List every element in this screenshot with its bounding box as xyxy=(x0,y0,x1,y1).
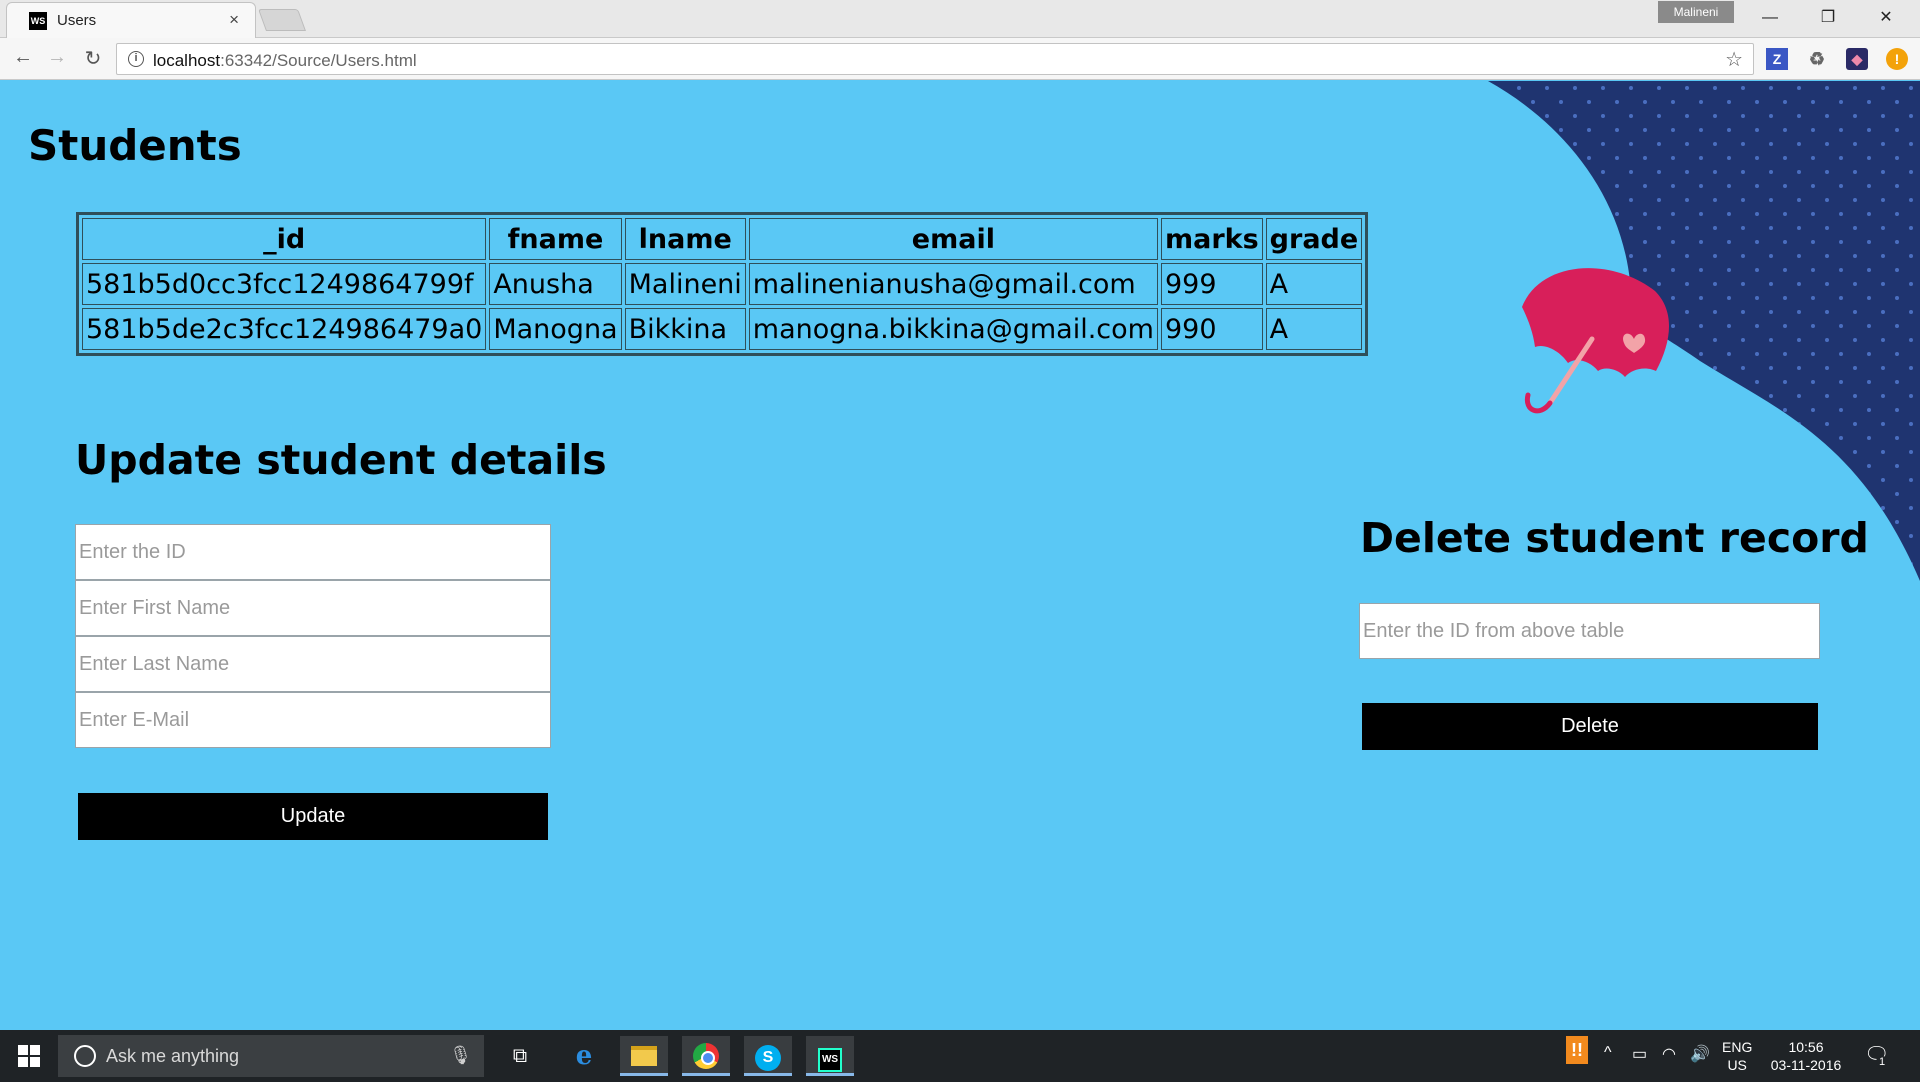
update-heading: Update student details xyxy=(75,436,607,484)
delete-heading: Delete student record xyxy=(1360,514,1869,562)
clock-date: 03-11-2016 xyxy=(1770,1057,1842,1073)
file-explorer-icon[interactable] xyxy=(620,1036,668,1076)
address-bar[interactable]: i localhost:63342/Source/Users.html ☆ xyxy=(116,43,1754,75)
last-name-input[interactable] xyxy=(75,636,551,692)
delete-button[interactable]: Delete xyxy=(1362,703,1818,750)
browser-toolbar: ← → ↻ i localhost:63342/Source/Users.htm… xyxy=(0,38,1920,80)
language-code: ENG xyxy=(1722,1039,1753,1055)
profile-badge[interactable]: Malineni xyxy=(1658,1,1734,23)
url-path: :63342/Source/Users.html xyxy=(220,51,417,70)
windows-taskbar: Ask me anything 🎙 ⧉ e S WS !! ^ ▭ ◠ 🔊 EN… xyxy=(0,1030,1920,1082)
close-window-button[interactable]: ✕ xyxy=(1858,4,1914,32)
table-cell: 581b5d0cc3fcc1249864799f xyxy=(82,263,487,305)
wifi-icon[interactable]: ◠ xyxy=(1662,1044,1676,1064)
battery-icon[interactable]: ▭ xyxy=(1632,1044,1647,1064)
column-header: marks xyxy=(1160,218,1263,260)
windows-start-icon[interactable] xyxy=(18,1045,40,1067)
column-header: grade xyxy=(1265,218,1363,260)
url-text: localhost:63342/Source/Users.html xyxy=(153,51,417,71)
column-header: _id xyxy=(82,218,487,260)
table-cell: A xyxy=(1265,308,1363,350)
table-cell: Manogna xyxy=(489,308,622,350)
table-cell: Bikkina xyxy=(624,308,746,350)
show-hidden-icons-icon[interactable]: ^ xyxy=(1604,1044,1612,1062)
new-tab-button[interactable] xyxy=(257,9,307,31)
table-cell: Anusha xyxy=(489,263,622,305)
column-header: fname xyxy=(489,218,622,260)
info-icon[interactable]: i xyxy=(128,51,144,67)
search-hint: Ask me anything xyxy=(106,1046,240,1066)
table-cell: manogna.bikkina@gmail.com xyxy=(748,308,1158,350)
reload-icon[interactable]: ↻ xyxy=(80,46,106,71)
minimize-button[interactable]: — xyxy=(1742,4,1798,32)
microphone-icon[interactable]: 🎙 xyxy=(449,1045,472,1066)
first-name-input[interactable] xyxy=(75,580,551,636)
table-header-row: _id fname lname email marks grade xyxy=(82,218,1363,260)
forward-arrow-icon[interactable]: → xyxy=(44,46,70,69)
bookmark-star-icon[interactable]: ☆ xyxy=(1725,47,1743,72)
back-arrow-icon[interactable]: ← xyxy=(10,46,36,69)
task-view-icon[interactable]: ⧉ xyxy=(496,1036,544,1076)
table-cell: Malineni xyxy=(624,263,746,305)
table-cell: 581b5de2c3fcc124986479a0 xyxy=(82,308,487,350)
update-id-input[interactable] xyxy=(75,524,551,580)
page-viewport: Students _id fname lname email marks gra… xyxy=(0,81,1920,1030)
browser-tab[interactable]: WS Users × xyxy=(6,2,256,38)
volume-icon[interactable]: 🔊 xyxy=(1690,1044,1710,1064)
students-table: _id fname lname email marks grade 581b5d… xyxy=(76,212,1369,356)
restore-button[interactable]: ❐ xyxy=(1800,4,1856,32)
warning-tray-icon[interactable]: !! xyxy=(1566,1036,1588,1064)
recycle-extension-icon[interactable]: ♻ xyxy=(1806,48,1828,70)
url-host: localhost xyxy=(153,51,221,70)
webstorm-icon[interactable]: WS xyxy=(806,1036,854,1076)
browser-tab-bar: WS Users × Malineni — ❐ ✕ xyxy=(0,0,1920,38)
tab-title: Users xyxy=(57,12,97,29)
update-button[interactable]: Update xyxy=(78,793,548,840)
clock-time: 10:56 xyxy=(1788,1039,1824,1055)
clock[interactable]: 10:56 03-11-2016 xyxy=(1768,1038,1844,1074)
table-row: 581b5d0cc3fcc1249864799f Anusha Malineni… xyxy=(82,263,1363,305)
notification-count: 1 xyxy=(1876,1056,1889,1068)
webstorm-favicon-icon: WS xyxy=(29,12,47,30)
email-input[interactable] xyxy=(75,692,551,748)
table-cell: 999 xyxy=(1160,263,1263,305)
column-header: email xyxy=(748,218,1158,260)
cortana-icon xyxy=(74,1045,96,1067)
edge-icon[interactable]: e xyxy=(560,1036,608,1076)
column-header: lname xyxy=(624,218,746,260)
umbrella-icon xyxy=(1522,268,1670,414)
chrome-icon[interactable] xyxy=(682,1036,730,1076)
table-cell: 990 xyxy=(1160,308,1263,350)
tab-close-icon[interactable]: × xyxy=(229,10,239,30)
delete-id-input[interactable] xyxy=(1359,603,1820,659)
cortana-search-box[interactable]: Ask me anything 🎙 xyxy=(58,1035,484,1077)
table-cell: malinenianusha@gmail.com xyxy=(748,263,1158,305)
action-center-icon[interactable]: 🗨 1 xyxy=(1864,1042,1889,1068)
table-cell: A xyxy=(1265,263,1363,305)
keyboard-region: US xyxy=(1727,1057,1747,1073)
language-indicator[interactable]: ENG US xyxy=(1722,1038,1752,1074)
zotero-extension-icon[interactable]: Z xyxy=(1766,48,1788,70)
dark-extension-icon[interactable]: ◆ xyxy=(1846,48,1868,70)
alert-extension-icon[interactable]: ! xyxy=(1886,48,1908,70)
table-row: 581b5de2c3fcc124986479a0 Manogna Bikkina… xyxy=(82,308,1363,350)
students-heading: Students xyxy=(28,121,242,170)
skype-icon[interactable]: S xyxy=(744,1036,792,1076)
